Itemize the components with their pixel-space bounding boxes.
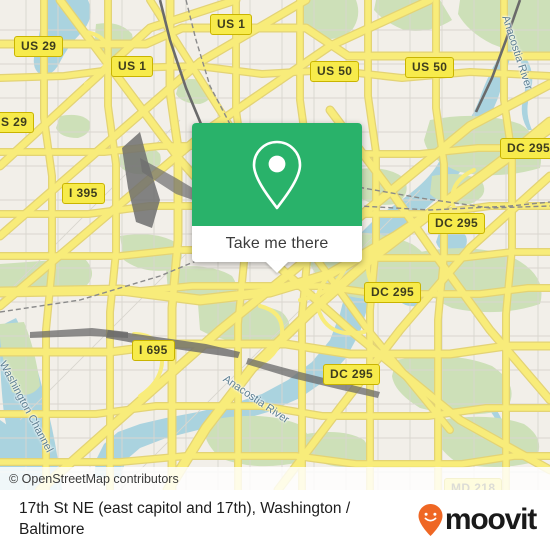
- moovit-wordmark: moovit: [444, 503, 537, 536]
- road-shield: I 695: [132, 340, 175, 361]
- moovit-logo[interactable]: moovit: [417, 503, 537, 536]
- popup-action-bar[interactable]: Take me there: [192, 226, 362, 273]
- road-shield: US 29: [14, 36, 64, 57]
- popup-tail-pointer: [265, 261, 289, 273]
- take-me-there-label: Take me there: [225, 235, 329, 252]
- moovit-pin-icon: [418, 504, 443, 536]
- road-shield: DC 295: [364, 282, 422, 303]
- road-shield: US 50: [310, 61, 360, 82]
- map-screen: US 29 US 1 US 1 US 50 US 50 DC 295 S 29 …: [0, 0, 550, 550]
- road-shield: US 1: [210, 14, 253, 35]
- popup-header: [192, 123, 362, 226]
- location-popup-card[interactable]: Take me there: [192, 123, 362, 273]
- attribution-text[interactable]: © OpenStreetMap contributors: [9, 472, 179, 486]
- road-shield: I 395: [62, 183, 105, 204]
- road-shield: S 29: [0, 112, 35, 133]
- road-shield: DC 295: [500, 138, 550, 159]
- map-pin-icon: [252, 140, 302, 209]
- footer-bar: 17th St NE (east capitol and 17th), Wash…: [0, 490, 550, 550]
- map-attribution-bar: © OpenStreetMap contributors: [0, 467, 550, 490]
- location-title: 17th St NE (east capitol and 17th), Wash…: [19, 500, 351, 538]
- road-shield: US 50: [405, 57, 455, 78]
- road-shield: DC 295: [428, 213, 486, 234]
- road-shield: DC 295: [323, 364, 381, 385]
- road-shield: US 1: [111, 56, 154, 77]
